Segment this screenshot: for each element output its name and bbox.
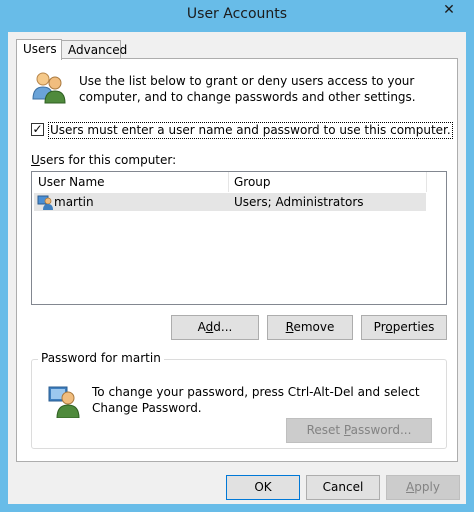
password-groupbox: Password for martin To change your passw…	[31, 351, 447, 449]
must-login-label[interactable]: Users must enter a user name and passwor…	[48, 122, 453, 139]
ok-button[interactable]: OK	[226, 475, 300, 500]
users-list-label: Users for this computer:	[31, 153, 177, 167]
column-divider[interactable]	[228, 172, 229, 192]
tab-advanced[interactable]: Advanced	[61, 40, 127, 59]
column-divider[interactable]	[426, 172, 427, 192]
apply-button[interactable]: Apply	[386, 475, 460, 500]
column-header-group[interactable]: Group	[234, 175, 271, 189]
user-icon	[37, 195, 53, 210]
cancel-button[interactable]: Cancel	[306, 475, 380, 500]
reset-password-button[interactable]: Reset Password...	[286, 418, 432, 443]
listview-header: User Name Group	[32, 172, 446, 192]
user-accounts-window: User Accounts ✕ Users Advanced Use the l…	[0, 0, 474, 512]
close-button[interactable]: ✕	[434, 0, 464, 22]
user-password-icon	[48, 386, 80, 418]
window-title: User Accounts	[186, 6, 288, 22]
password-help-text: To change your password, press Ctrl-Alt-…	[92, 385, 420, 415]
close-icon: ✕	[443, 2, 455, 18]
must-login-checkbox[interactable]: ✓	[31, 123, 44, 136]
add-user-button[interactable]: Add...	[171, 315, 259, 340]
users-tab-panel: Use the list below to grant or deny user…	[16, 58, 458, 462]
users-group-icon	[32, 72, 66, 104]
checkmark-icon: ✓	[32, 122, 43, 136]
password-group-title: Password for martin	[38, 351, 164, 365]
column-header-user-name[interactable]: User Name	[38, 175, 105, 189]
title-bar[interactable]: User Accounts ✕	[0, 0, 474, 32]
users-listview[interactable]: User Name Group martin Users; Administra…	[31, 171, 447, 305]
table-row[interactable]: martin Users; Administrators	[34, 193, 426, 211]
group-cell: Users; Administrators	[234, 195, 364, 209]
tab-users[interactable]: Users	[16, 39, 62, 60]
intro-text: Use the list below to grant or deny user…	[79, 74, 416, 104]
dialog-client-area: Users Advanced Use the list below to gra…	[8, 32, 466, 504]
user-name-cell: martin	[54, 195, 94, 209]
properties-button[interactable]: Properties	[361, 315, 447, 340]
remove-user-button[interactable]: Remove	[267, 315, 353, 340]
